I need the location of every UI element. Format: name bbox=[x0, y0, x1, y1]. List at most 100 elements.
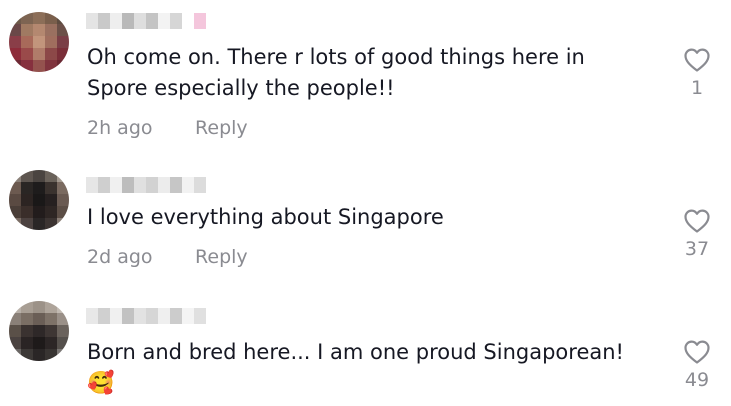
avatar-pixel bbox=[45, 24, 57, 36]
timestamp: 2h ago bbox=[87, 117, 153, 139]
avatar-pixel bbox=[21, 60, 33, 72]
avatar-pixel bbox=[45, 313, 57, 325]
username-pixel bbox=[110, 177, 122, 193]
avatar-pixel bbox=[21, 206, 33, 218]
avatar-pixel bbox=[57, 325, 69, 337]
username-pixel bbox=[98, 308, 110, 324]
reply-button[interactable]: Reply bbox=[195, 246, 248, 268]
avatar-pixel bbox=[9, 349, 21, 361]
avatar-pixel bbox=[9, 12, 21, 24]
avatar-pixel bbox=[9, 218, 21, 230]
avatar-pixel bbox=[21, 313, 33, 325]
avatar[interactable] bbox=[9, 170, 69, 230]
avatar-pixel bbox=[9, 325, 21, 337]
avatar[interactable] bbox=[9, 12, 69, 72]
username-pixel bbox=[170, 308, 182, 324]
comment-meta: 2d ago Reply bbox=[87, 246, 248, 268]
avatar-pixel bbox=[45, 206, 57, 218]
avatar-pixel bbox=[57, 36, 69, 48]
like-button[interactable]: 1 bbox=[672, 47, 722, 99]
avatar-pixel bbox=[33, 218, 45, 230]
avatar-pixel bbox=[45, 194, 57, 206]
username-pixel bbox=[110, 308, 122, 324]
avatar-pixel bbox=[57, 206, 69, 218]
like-button[interactable]: 49 bbox=[672, 339, 722, 391]
username-pixel bbox=[98, 13, 110, 29]
avatar-pixel bbox=[33, 313, 45, 325]
username-pixel bbox=[86, 13, 98, 29]
avatar-pixel bbox=[33, 349, 45, 361]
username-pixelated[interactable] bbox=[86, 177, 206, 193]
avatar-pixel bbox=[33, 170, 45, 182]
avatar-pixel bbox=[57, 313, 69, 325]
avatar-pixel bbox=[45, 36, 57, 48]
username-pixel bbox=[86, 308, 98, 324]
avatar-pixel bbox=[33, 48, 45, 60]
username-pixel bbox=[122, 13, 134, 29]
avatar[interactable] bbox=[9, 301, 69, 361]
avatar-pixel bbox=[45, 60, 57, 72]
avatar-pixel bbox=[45, 170, 57, 182]
username-pixel bbox=[158, 177, 170, 193]
username-pixel bbox=[170, 13, 182, 29]
avatar-pixel bbox=[57, 60, 69, 72]
username-pixel bbox=[110, 13, 122, 29]
comment-text-line: I love everything about Singapore bbox=[87, 205, 444, 229]
username-pixel bbox=[146, 177, 158, 193]
avatar-pixel bbox=[21, 325, 33, 337]
comment-text: Born and bred here... I am one proud Sin… bbox=[87, 337, 624, 399]
avatar-pixel bbox=[57, 12, 69, 24]
avatar-pixel bbox=[21, 36, 33, 48]
avatar-pixel bbox=[21, 218, 33, 230]
username-pixel bbox=[194, 177, 206, 193]
comment-text: I love everything about Singapore bbox=[87, 202, 444, 233]
avatar-pixel bbox=[21, 301, 33, 313]
avatar-pixel bbox=[45, 12, 57, 24]
avatar-pixel bbox=[21, 170, 33, 182]
username-pixel bbox=[194, 308, 206, 324]
avatar-pixel bbox=[33, 182, 45, 194]
username-pixel bbox=[146, 13, 158, 29]
comment-text-line: Spore especially the people!! bbox=[87, 76, 395, 100]
heart-icon bbox=[684, 209, 710, 233]
smiling-face-with-hearts-emoji: 🥰 bbox=[87, 371, 115, 396]
username-pixel bbox=[158, 308, 170, 324]
username-pixel bbox=[182, 13, 194, 29]
avatar-pixel bbox=[21, 48, 33, 60]
avatar-pixel bbox=[33, 12, 45, 24]
comment-text-line: Born and bred here... I am one proud Sin… bbox=[87, 340, 624, 364]
avatar-pixel bbox=[9, 182, 21, 194]
avatar-pixel bbox=[57, 349, 69, 361]
username-pixel bbox=[86, 177, 98, 193]
avatar-pixel bbox=[33, 206, 45, 218]
avatar-pixel bbox=[57, 218, 69, 230]
avatar-pixel bbox=[33, 24, 45, 36]
username-pixelated[interactable] bbox=[86, 308, 206, 324]
avatar-pixel bbox=[45, 301, 57, 313]
reply-button[interactable]: Reply bbox=[195, 117, 248, 139]
like-count: 37 bbox=[684, 238, 710, 260]
timestamp: 2d ago bbox=[87, 246, 153, 268]
username-pixel bbox=[122, 177, 134, 193]
comment-meta: 2h ago Reply bbox=[87, 117, 248, 139]
username-pixel bbox=[194, 13, 206, 29]
like-button[interactable]: 37 bbox=[672, 208, 722, 260]
avatar-pixel bbox=[21, 194, 33, 206]
avatar-pixel bbox=[9, 301, 21, 313]
avatar-pixel bbox=[9, 24, 21, 36]
avatar-pixel bbox=[9, 194, 21, 206]
username-pixel bbox=[134, 177, 146, 193]
avatar-pixel bbox=[21, 12, 33, 24]
avatar-pixel bbox=[9, 206, 21, 218]
avatar-pixel bbox=[33, 36, 45, 48]
avatar-pixel bbox=[45, 337, 57, 349]
avatar-pixel bbox=[57, 182, 69, 194]
username-pixel bbox=[170, 177, 182, 193]
username-pixel bbox=[98, 177, 110, 193]
avatar-pixel bbox=[21, 337, 33, 349]
heart-icon bbox=[684, 340, 710, 364]
username-pixel bbox=[122, 308, 134, 324]
avatar-pixel bbox=[21, 182, 33, 194]
username-pixelated[interactable] bbox=[86, 13, 206, 29]
avatar-pixel bbox=[45, 218, 57, 230]
